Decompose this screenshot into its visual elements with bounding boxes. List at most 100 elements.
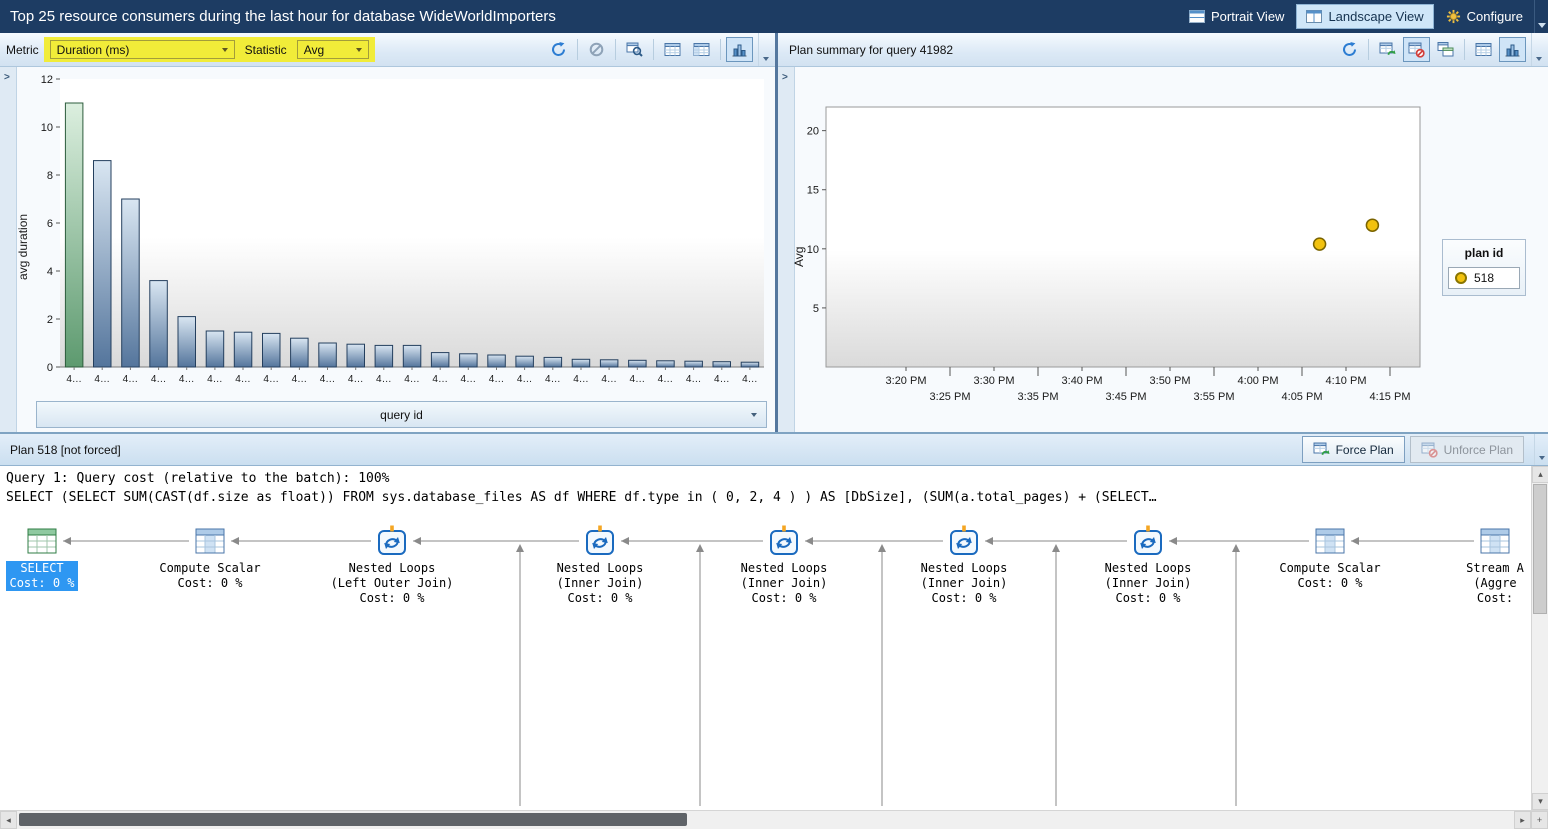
titlebar-overflow-button[interactable] [1534, 0, 1548, 33]
plan-node-label: Stream A(AggreCost: [1466, 561, 1524, 606]
plan-node-compute-scalar[interactable]: Compute ScalarCost: 0 % [125, 524, 295, 592]
resource-consumers-bar-chart[interactable]: 0246810124…4…4…4…4…4…4…4…4…4…4…4…4…4…4…4… [34, 69, 770, 401]
query-cost-line: Query 1: Query cost (relative to the bat… [6, 469, 1542, 488]
query-bar[interactable] [122, 199, 140, 367]
plan-node-nested-loops[interactable]: Nested Loops(Inner Join)Cost: 0 % [879, 524, 1049, 607]
force-plan-button[interactable] [1374, 37, 1401, 62]
chart-view-button[interactable] [1499, 37, 1526, 62]
toolbar-options-button[interactable] [758, 33, 772, 66]
query-bar[interactable] [291, 338, 309, 367]
horizontal-scrollbar-track[interactable] [17, 811, 1514, 829]
nested-loops-icon [879, 524, 1049, 558]
query-bar[interactable] [347, 344, 365, 367]
query-bar[interactable] [544, 357, 562, 367]
zoom-button[interactable]: + [1531, 811, 1548, 829]
query-bar[interactable] [516, 356, 534, 367]
query-bar[interactable] [741, 362, 759, 367]
query-bar[interactable] [600, 360, 618, 367]
track-query-button[interactable] [621, 37, 648, 62]
legend-item-plan-518[interactable]: 518 [1448, 267, 1520, 289]
plan-horizontal-scrollbar[interactable]: ◂ ▸ + [0, 810, 1548, 829]
toolbar-options-button[interactable] [1531, 33, 1545, 66]
landscape-view-icon [1306, 10, 1322, 23]
query-bar[interactable] [460, 354, 478, 367]
refresh-button[interactable] [1336, 37, 1363, 62]
plan-point[interactable] [1314, 238, 1326, 250]
query-bar[interactable] [572, 359, 590, 367]
track-query-icon [626, 41, 643, 58]
compute-scalar-icon [125, 524, 295, 558]
svg-text:4…: 4… [517, 374, 533, 385]
query-bar[interactable] [375, 345, 393, 367]
plan-summary-panel: Plan summary for query 41982 [778, 33, 1548, 432]
query-bar[interactable] [319, 343, 337, 367]
query-bar[interactable] [94, 161, 112, 367]
query-bar[interactable] [713, 362, 731, 367]
portrait-view-button[interactable]: Portrait View [1179, 4, 1294, 29]
query-bar[interactable] [431, 353, 449, 367]
compare-plans-button[interactable] [1432, 37, 1459, 62]
grid-view-alt-button[interactable] [688, 37, 715, 62]
collapse-panel-strip[interactable]: > [0, 67, 17, 432]
query-store-window: Top 25 resource consumers during the las… [0, 0, 1548, 829]
plan-node-select[interactable]: SELECTCost: 0 % [0, 524, 127, 592]
plan-node-nested-loops[interactable]: Nested Loops(Inner Join)Cost: 0 % [515, 524, 685, 607]
scroll-left-button[interactable]: ◂ [0, 811, 17, 829]
plan-vertical-scrollbar[interactable]: ▴ ▾ [1531, 466, 1548, 810]
query-bar[interactable] [657, 361, 675, 367]
toolbar-options-button[interactable] [1534, 434, 1548, 465]
grid-view-button[interactable] [659, 37, 686, 62]
svg-text:4…: 4… [658, 374, 674, 385]
statistic-dropdown[interactable]: Avg [297, 40, 369, 59]
query-bar[interactable] [629, 360, 647, 367]
unforce-plan-button[interactable] [1403, 37, 1430, 62]
metric-dropdown[interactable]: Duration (ms) [50, 40, 235, 59]
plan-node-compute-scalar[interactable]: Compute ScalarCost: 0 % [1245, 524, 1415, 592]
landscape-view-button[interactable]: Landscape View [1296, 4, 1433, 29]
query-bar[interactable] [685, 361, 703, 367]
plan-node-stream-aggregate[interactable]: Stream A(AggreCost: [1410, 524, 1531, 607]
query-bar[interactable] [206, 331, 224, 367]
query-bar[interactable] [488, 355, 506, 367]
query-bar[interactable] [263, 333, 281, 367]
x-axis-selector[interactable]: query id [36, 401, 767, 428]
plan-header-title: Plan 518 [not forced] [10, 443, 121, 457]
refresh-button[interactable] [545, 37, 572, 62]
plan-point[interactable] [1366, 219, 1378, 231]
plan-summary-toolbar-icons [1336, 37, 1526, 62]
plan-summary-scatter-chart[interactable]: 51015203:20 PM3:25 PM3:30 PM3:35 PM3:40 … [790, 99, 1430, 417]
grid-view-alt-icon [693, 41, 710, 58]
vertical-scrollbar-thumb[interactable] [1533, 484, 1547, 614]
chart-view-icon [1504, 41, 1521, 58]
unforce-plan-button[interactable]: Unforce Plan [1410, 436, 1524, 463]
plan-id-legend: plan id 518 [1442, 239, 1526, 296]
toolbar-separator [653, 39, 654, 60]
force-plan-button[interactable]: Force Plan [1302, 436, 1405, 463]
query-bar[interactable] [234, 332, 252, 367]
unforce-plan-icon [1408, 41, 1425, 58]
toolbar-separator [1464, 39, 1465, 60]
titlebar-actions: Portrait View Landscape View Configure [1178, 0, 1548, 33]
plan-node-nested-loops[interactable]: Nested Loops(Left Outer Join)Cost: 0 % [307, 524, 477, 607]
chart-view-button[interactable] [726, 37, 753, 62]
svg-text:4…: 4… [123, 374, 139, 385]
query-bar[interactable] [178, 317, 196, 367]
scroll-right-button[interactable]: ▸ [1514, 811, 1531, 829]
chevron-down-icon [222, 48, 228, 52]
query-bar[interactable] [65, 103, 83, 367]
horizontal-scrollbar-thumb[interactable] [19, 813, 687, 826]
plan-node-label: Nested Loops(Inner Join)Cost: 0 % [557, 561, 644, 606]
scroll-up-button[interactable]: ▴ [1532, 466, 1548, 483]
pause-collection-button[interactable] [583, 37, 610, 62]
grid-view-button[interactable] [1470, 37, 1497, 62]
plan-node-nested-loops[interactable]: Nested Loops(Inner Join)Cost: 0 % [1063, 524, 1233, 607]
plan-diagram-canvas[interactable]: SELECTCost: 0 % Compute ScalarCost: 0 % … [0, 510, 1531, 810]
query-bar[interactable] [403, 345, 421, 367]
chevron-right-icon: > [4, 72, 10, 83]
configure-button[interactable]: Configure [1436, 4, 1533, 29]
plan-node-nested-loops[interactable]: Nested Loops(Inner Join)Cost: 0 % [699, 524, 869, 607]
query-bar[interactable] [150, 281, 168, 367]
gear-icon [1446, 9, 1461, 24]
chevron-down-icon [763, 57, 769, 61]
scroll-down-button[interactable]: ▾ [1532, 793, 1548, 810]
